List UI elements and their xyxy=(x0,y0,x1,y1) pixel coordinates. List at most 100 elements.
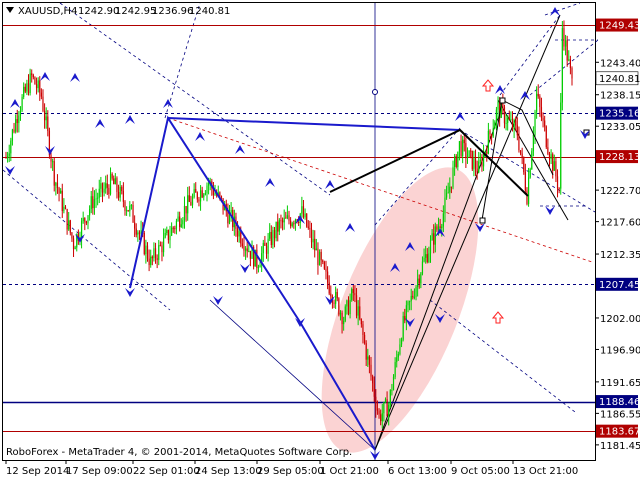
candle-body xyxy=(288,215,290,221)
candle-body xyxy=(449,186,451,193)
price-chart: 1243.40 1238.15 1233.05 1222.70 1217.60 1212.… xyxy=(0,0,640,480)
header-close: 1240.81 xyxy=(189,6,230,17)
candle-body xyxy=(476,168,478,173)
candle-body xyxy=(415,286,417,298)
candle-body xyxy=(408,301,411,303)
candle-body xyxy=(450,186,453,188)
candle-body xyxy=(105,183,107,189)
candle-body xyxy=(381,413,383,422)
price-tick-label: 1212.35 xyxy=(600,250,640,261)
candle-body xyxy=(326,271,329,283)
candle-body xyxy=(346,300,348,307)
candle-body xyxy=(129,205,131,212)
candle-body xyxy=(468,150,470,157)
candle-body xyxy=(238,230,240,237)
candle-body xyxy=(161,245,163,253)
candle-body xyxy=(87,215,89,224)
candle-body xyxy=(241,243,243,247)
candle-body xyxy=(267,238,269,254)
candle-body xyxy=(489,130,491,135)
candle-body xyxy=(513,120,515,129)
candle-body xyxy=(471,150,473,170)
candle-body xyxy=(199,190,202,202)
candle-body xyxy=(397,354,399,358)
candle-body xyxy=(127,210,129,212)
candle-body xyxy=(481,159,483,167)
candle-body xyxy=(124,201,126,211)
candle-body xyxy=(412,295,414,298)
candle-body xyxy=(447,192,449,194)
pivot-square xyxy=(499,97,506,104)
candle-body xyxy=(508,117,510,120)
candle-body xyxy=(92,196,94,209)
candle-body xyxy=(179,216,181,227)
candle-body xyxy=(29,73,31,94)
candle-body xyxy=(23,86,25,97)
header-low: 1236.96 xyxy=(152,6,193,17)
candle-body xyxy=(309,227,311,230)
candle-body xyxy=(560,102,562,189)
candle-body xyxy=(159,245,161,247)
candle-body xyxy=(278,220,280,232)
candle-body xyxy=(317,248,319,266)
candle-body xyxy=(405,305,407,321)
candle-body xyxy=(100,183,102,189)
candle-body xyxy=(380,414,382,422)
candle-body xyxy=(352,289,354,294)
candle-body xyxy=(462,139,464,157)
candle-body xyxy=(134,222,136,229)
candle-body xyxy=(135,228,137,235)
candle-body xyxy=(122,191,124,202)
candle-body xyxy=(34,77,36,85)
candle-body xyxy=(138,232,141,234)
candle-body xyxy=(510,119,512,121)
candle-body xyxy=(8,153,10,157)
current-price-label: 1240.81 xyxy=(599,74,640,85)
candle-body xyxy=(357,306,359,316)
price-tick-label: 1243.40 xyxy=(600,58,640,69)
candle-body xyxy=(552,154,554,171)
time-tick-label: 24 Sep 13:00 xyxy=(195,466,262,477)
candle-body xyxy=(58,188,60,194)
candle-body xyxy=(458,141,461,152)
candle-body xyxy=(445,193,448,198)
candle-body xyxy=(180,224,182,227)
candle-body xyxy=(392,376,395,391)
candle-body xyxy=(507,117,509,123)
candle-body xyxy=(339,312,342,315)
chart-header: XAUUSD,H4 1242.90 1242.95 1236.96 1240.8… xyxy=(6,6,230,17)
candle-body xyxy=(389,390,391,406)
candle-body xyxy=(521,153,523,158)
candle-body xyxy=(109,173,112,195)
candle-body xyxy=(71,232,73,239)
candle-body xyxy=(264,242,266,246)
level-tag-label: 1249.43 xyxy=(599,21,640,32)
candle-body xyxy=(281,220,284,223)
candle-body xyxy=(191,197,194,206)
candle-body xyxy=(372,376,374,384)
candle-body xyxy=(103,188,105,193)
candle-body xyxy=(417,278,419,287)
candle-body xyxy=(431,233,433,241)
candle-body xyxy=(125,210,128,212)
candle-body xyxy=(97,197,99,199)
candle-body xyxy=(137,232,139,235)
candle-body xyxy=(167,230,170,241)
candle-body xyxy=(63,206,65,212)
candle-body xyxy=(564,40,567,47)
candle-body xyxy=(460,141,462,157)
candle-body xyxy=(563,28,565,47)
candle-body xyxy=(370,364,372,377)
candle-body xyxy=(162,237,165,253)
candle-body xyxy=(355,295,358,316)
candle-body xyxy=(15,119,17,132)
candle-body xyxy=(363,334,366,344)
candle-body xyxy=(286,215,288,219)
price-tick-label: 1186.55 xyxy=(600,409,640,420)
price-tick-label: 1181.45 xyxy=(600,441,640,452)
candle-body xyxy=(511,119,514,129)
candle-body xyxy=(246,248,248,252)
candle-body xyxy=(396,357,398,363)
candle-body xyxy=(436,226,438,230)
candle-body xyxy=(42,96,44,111)
